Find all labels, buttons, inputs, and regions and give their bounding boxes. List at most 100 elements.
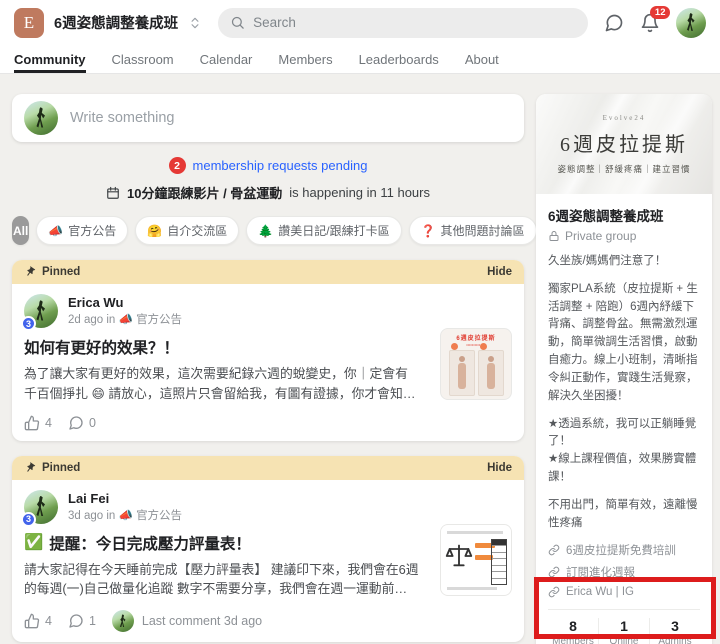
tab-about[interactable]: About xyxy=(465,45,499,73)
link-instagram[interactable]: Erica Wu | IG xyxy=(548,586,700,598)
lock-icon xyxy=(549,231,559,241)
like-count: 4 xyxy=(45,415,52,430)
post-category: 官方公告 xyxy=(136,314,183,326)
comment-button[interactable]: 0 xyxy=(68,415,96,431)
hide-button[interactable]: Hide xyxy=(487,266,512,278)
pinned-bar: Pinned Hide xyxy=(12,455,524,480)
tab-community[interactable]: Community xyxy=(14,45,86,73)
level-badge: 3 xyxy=(21,511,36,527)
banner-brand: Evolve24 xyxy=(602,113,646,122)
calendar-icon xyxy=(107,186,119,199)
link-newsletter[interactable]: 訂閱進化週報 xyxy=(548,564,700,580)
nav-tabs: Community Classroom Calendar Members Lea… xyxy=(0,45,720,74)
pinned-label: Pinned xyxy=(42,266,81,278)
level-badge: 3 xyxy=(21,316,36,331)
search-bar[interactable] xyxy=(218,7,588,38)
post-author[interactable]: Erica Wu xyxy=(68,295,182,310)
like-button[interactable]: 4 xyxy=(24,415,52,431)
scale-icon xyxy=(445,544,473,566)
pending-label: membership requests pending xyxy=(192,158,368,173)
chat-button[interactable] xyxy=(604,13,624,33)
filter-official-announcements[interactable]: 📣 官方公告 xyxy=(36,216,129,245)
composer-placeholder: Write something xyxy=(70,110,175,126)
comment-icon xyxy=(69,415,83,430)
group-banner[interactable]: Evolve24 6週皮拉提斯 姿態調整｜舒緩疼痛｜建立習慣 xyxy=(536,94,712,194)
group-intro: 久坐族/媽媽們注意了！ xyxy=(548,255,667,267)
like-button[interactable]: 4 xyxy=(24,613,52,629)
link-icon xyxy=(548,545,560,556)
group-closing: 不用出門，簡單有效，遠離慢性疼痛 xyxy=(548,498,698,529)
link-icon xyxy=(548,587,560,598)
group-stats: 8 Members 1 Online 3 Admins xyxy=(548,609,700,644)
thumbs-up-icon xyxy=(24,415,40,430)
post-body: 請大家記得在今天睡前完成【壓力評量表】 建議印下來，我們會在6週的每週(一)自己… xyxy=(24,561,419,597)
pinned-label: Pinned xyxy=(42,461,81,474)
post-thumbnail[interactable]: 6週皮拉提斯 •••••••••••••• xyxy=(440,328,512,400)
membership-requests-link[interactable]: 2 membership requests pending xyxy=(12,157,524,174)
megaphone-icon: 📣 xyxy=(118,509,133,522)
post-author[interactable]: Lai Fei xyxy=(68,491,182,506)
comment-count: 1 xyxy=(88,614,96,629)
author-avatar[interactable]: 3 xyxy=(21,489,58,527)
tab-members[interactable]: Members xyxy=(278,45,332,73)
tab-calendar[interactable]: Calendar xyxy=(200,45,253,73)
post-composer[interactable]: Write something xyxy=(12,94,524,142)
event-title: 10分鐘跟練影片 / 骨盆運動 xyxy=(127,186,283,201)
pinned-bar: Pinned Hide xyxy=(12,260,524,284)
filter-all[interactable]: All xyxy=(12,216,30,245)
commenter-avatar xyxy=(111,610,134,633)
pinned-post-1[interactable]: Pinned Hide 3 Erica Wu 2d ago in 📣 官方公告 xyxy=(12,260,524,441)
upcoming-event-notice[interactable]: 10分鐘跟練影片 / 骨盆運動 is happening in 11 hours xyxy=(12,183,524,202)
tab-leaderboards[interactable]: Leaderboards xyxy=(359,45,439,73)
post-title[interactable]: 如何有更好的效果？！ xyxy=(24,336,512,358)
tab-classroom[interactable]: Classroom xyxy=(112,45,174,73)
group-title: 6週姿態調整養成班 xyxy=(54,16,179,32)
last-comment[interactable]: Last comment 3d ago xyxy=(111,610,262,633)
chat-icon xyxy=(605,14,623,31)
event-suffix: is happening in 11 hours xyxy=(289,185,430,200)
group-logo[interactable]: E xyxy=(14,7,44,38)
comment-button[interactable]: 1 xyxy=(68,613,96,629)
composer-avatar xyxy=(24,101,58,135)
pinned-post-2[interactable]: Pinned Hide 3 Lai Fei 3d ago in 📣 官方公告 ✅… xyxy=(12,455,524,643)
privacy-row: Private group xyxy=(548,229,700,243)
stat-admins[interactable]: 3 Admins xyxy=(649,618,700,644)
filter-praise-diary[interactable]: 🌲 讚美日記/跟練打卡區 xyxy=(246,216,402,245)
notification-badge: 12 xyxy=(650,5,670,19)
like-count: 4 xyxy=(45,614,52,629)
stat-members[interactable]: 8 Members xyxy=(548,618,598,644)
stat-online[interactable]: 1 Online xyxy=(598,618,649,644)
post-meta: 2d ago in 📣 官方公告 xyxy=(68,314,183,326)
category-filters: All 📣 官方公告 🤗 自介交流區 🌲 讚美日記/跟練打卡區 ❓ 其他問題討論… xyxy=(12,216,628,245)
post-meta: 3d ago in 📣 官方公告 xyxy=(68,509,183,522)
post-category: 官方公告 xyxy=(136,509,183,522)
question-mark-icon: ❓ xyxy=(420,223,436,238)
search-icon xyxy=(231,16,244,29)
filter-intro-exchange[interactable]: 🤗 自介交流區 xyxy=(135,216,240,245)
user-avatar[interactable] xyxy=(676,7,706,38)
app-header: E 6週姿態調整養成班 12 xyxy=(0,0,720,45)
search-input[interactable] xyxy=(253,15,576,30)
filter-other-questions[interactable]: ❓ 其他問題討論區 xyxy=(408,216,537,245)
group-switcher-icon[interactable] xyxy=(188,15,202,31)
group-links: 6週皮拉提斯免費培訓 訂閱進化週報 Erica Wu | IG xyxy=(548,542,700,598)
group-info-card: Evolve24 6週皮拉提斯 姿態調整｜舒緩疼痛｜建立習慣 6週姿態調整養成班… xyxy=(536,94,712,644)
tree-icon: 🌲 xyxy=(258,223,274,238)
pending-count-badge: 2 xyxy=(168,157,186,174)
megaphone-icon: 📣 xyxy=(48,223,64,238)
author-avatar[interactable]: 3 xyxy=(21,294,58,331)
group-logo-letter: E xyxy=(23,12,35,32)
pin-icon xyxy=(27,266,36,276)
hide-button[interactable]: Hide xyxy=(487,462,512,474)
post-title[interactable]: ✅ 提醒：今日完成壓力評量表！ xyxy=(24,532,512,554)
check-mark-icon: ✅ xyxy=(24,534,44,552)
notifications-button[interactable]: 12 xyxy=(640,5,670,33)
banner-subtitle: 姿態調整｜舒緩疼痛｜建立習慣 xyxy=(557,163,691,174)
megaphone-icon: 📣 xyxy=(118,314,133,326)
comment-icon xyxy=(69,614,83,628)
hugging-face-icon: 🤗 xyxy=(147,223,163,238)
group-highlights: ★透過系統，我可以正躺睡覺了！ ★線上課程價值，效果勝實體課！ xyxy=(548,417,697,483)
post-thumbnail[interactable] xyxy=(440,523,512,596)
link-free-training[interactable]: 6週皮拉提斯免費培訓 xyxy=(548,542,700,558)
link-icon xyxy=(548,567,560,578)
